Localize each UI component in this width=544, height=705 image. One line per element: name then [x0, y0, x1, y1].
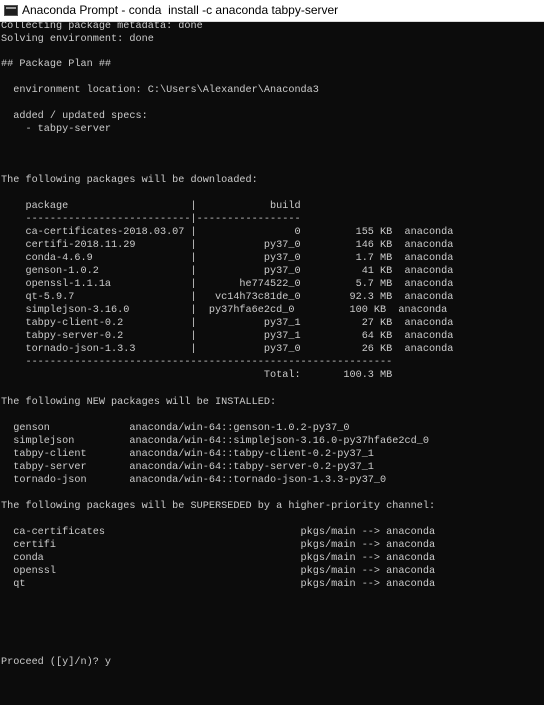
console-line: conda pkgs/main --> anaconda	[1, 553, 436, 564]
console-line: Total: 100.3 MB	[1, 370, 393, 381]
console-icon	[4, 5, 18, 16]
console-output[interactable]: (base) C:\Users\Alexander>conda install …	[0, 22, 544, 705]
console-line: environment location: C:\Users\Alexander…	[1, 85, 319, 96]
console-line: openssl-1.1.1a | he774522_0 5.7 MB anaco…	[1, 279, 454, 290]
console-line: Proceed ([y]/n)? y	[1, 657, 112, 668]
console-line: The following packages will be downloade…	[1, 175, 258, 186]
console-line: ---------------------------|------------…	[1, 214, 301, 225]
console-line: qt pkgs/main --> anaconda	[1, 579, 436, 590]
console-line: - tabpy-server	[1, 124, 112, 135]
console-line: ca-certificates-2018.03.07 | 0 155 KB an…	[1, 227, 454, 238]
console-line: conda-4.6.9 | py37_0 1.7 MB anaconda	[1, 253, 454, 264]
title-bar[interactable]: Anaconda Prompt - conda install -c anaco…	[0, 0, 544, 22]
console-line: genson anaconda/win-64::genson-1.0.2-py3…	[1, 423, 350, 434]
console-line: qt-5.9.7 | vc14h73c81de_0 92.3 MB anacon…	[1, 292, 454, 303]
console-line: tabpy-client-0.2 | py37_1 27 KB anaconda	[1, 318, 454, 329]
console-line: The following NEW packages will be INSTA…	[1, 397, 277, 408]
console-line: ## Package Plan ##	[1, 59, 112, 70]
console-line: certifi pkgs/main --> anaconda	[1, 540, 436, 551]
console-line: Solving environment: done	[1, 34, 154, 45]
console-line: package | build	[1, 201, 301, 212]
console-line: certifi-2018.11.29 | py37_0 146 KB anaco…	[1, 240, 454, 251]
console-line: tabpy-server anaconda/win-64::tabpy-serv…	[1, 462, 374, 473]
console-line: tornado-json anaconda/win-64::tornado-js…	[1, 475, 387, 486]
console-line: tabpy-client anaconda/win-64::tabpy-clie…	[1, 449, 374, 460]
console-line: tabpy-server-0.2 | py37_1 64 KB anaconda	[1, 331, 454, 342]
console-line: tornado-json-1.3.3 | py37_0 26 KB anacon…	[1, 344, 454, 355]
console-line: ca-certificates pkgs/main --> anaconda	[1, 527, 436, 538]
console-window: Anaconda Prompt - conda install -c anaco…	[0, 0, 544, 705]
window-title: Anaconda Prompt - conda install -c anaco…	[22, 3, 339, 17]
console-line: genson-1.0.2 | py37_0 41 KB anaconda	[1, 266, 454, 277]
console-line: Collecting package metadata: done	[1, 22, 203, 32]
console-line: simplejson-3.16.0 | py37hfa6e2cd_0 100 K…	[1, 305, 448, 316]
console-line: simplejson anaconda/win-64::simplejson-3…	[1, 436, 429, 447]
console-line: ----------------------------------------…	[1, 357, 393, 368]
console-line: added / updated specs:	[1, 111, 148, 122]
console-line: The following packages will be SUPERSEDE…	[1, 501, 436, 512]
console-line: openssl pkgs/main --> anaconda	[1, 566, 436, 577]
